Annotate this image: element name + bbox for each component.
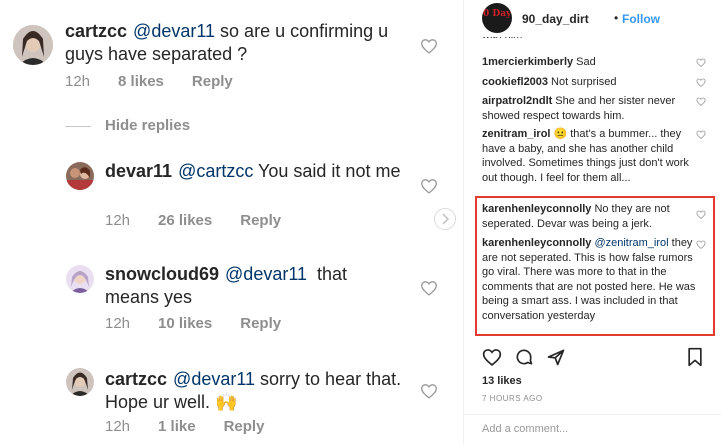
heart-icon[interactable] (482, 347, 502, 367)
comment-body: Not surprised (551, 76, 617, 88)
post-username[interactable]: 90_day_dirt (522, 12, 589, 26)
next-button[interactable] (434, 208, 456, 230)
comment-text: cartzcc @devar11 sorry to hear that. Hope… (105, 368, 405, 414)
comment-text: snowcloud69 @devar11 that means yes (105, 263, 405, 309)
reply-button[interactable]: Reply (240, 212, 281, 229)
comment-meta: 12h 1 like Reply (105, 418, 292, 435)
comment-username[interactable]: cartzcc (65, 21, 127, 41)
clipped-comment: with him (482, 37, 582, 45)
post-likes-count[interactable]: 13 likes (482, 375, 522, 387)
comment-username[interactable]: cartzcc (105, 369, 167, 389)
comment-username[interactable]: cookiefl2003 (482, 76, 548, 88)
post-header: 0 Day 90_day_dirt • Follow (464, 0, 721, 37)
comment-username[interactable]: zenitram_irol (482, 128, 550, 140)
heart-icon[interactable] (420, 178, 438, 194)
comment-time[interactable]: 12h (65, 73, 90, 90)
avatar[interactable] (66, 162, 94, 190)
comment-text: devar11 @cartzcc You said it not me (105, 160, 405, 183)
comment-text: cartzcc @devar11 so are u confirming u gu… (65, 20, 410, 66)
post-timestamp[interactable]: 7 HOURS AGO (482, 394, 543, 403)
bookmark-icon[interactable] (686, 347, 704, 367)
comment-likes[interactable]: 10 likes (158, 315, 212, 332)
comment-time[interactable]: 12h (105, 315, 130, 332)
comment-meta: 12h 8 likes Reply (65, 73, 261, 90)
comment-body: Sad (576, 56, 596, 68)
add-comment-input[interactable] (482, 423, 682, 435)
comment-mention[interactable]: @devar11 (225, 264, 307, 284)
comment-body: You said it not me (258, 161, 401, 181)
comment-likes[interactable]: 26 likes (158, 212, 212, 229)
comment-username[interactable]: devar11 (105, 161, 172, 181)
comment-item: cookiefl2003 Not surprised (482, 75, 704, 90)
comment-username[interactable]: airpatrol2ndlt (482, 95, 552, 107)
heart-icon[interactable] (420, 383, 438, 399)
comment-time[interactable]: 12h (105, 212, 130, 229)
avatar[interactable] (66, 368, 94, 396)
heart-icon[interactable] (696, 97, 706, 106)
reply-button[interactable]: Reply (192, 73, 233, 90)
reply-button[interactable]: Reply (240, 315, 281, 332)
comment-icon[interactable] (514, 347, 534, 367)
hide-replies-label: Hide replies (105, 117, 191, 134)
chevron-right-icon (442, 213, 450, 225)
avatar[interactable] (13, 25, 53, 65)
share-icon[interactable] (546, 347, 566, 367)
comment-item: airpatrol2ndlt She and her sister never s… (482, 94, 704, 123)
heart-icon[interactable] (696, 78, 706, 87)
heart-icon[interactable] (420, 38, 438, 54)
comment-mention[interactable]: @devar11 (133, 21, 215, 41)
comment-time[interactable]: 12h (105, 418, 130, 435)
comment-mention[interactable]: @devar11 (173, 369, 255, 389)
hide-replies-button[interactable]: Hide replies (65, 117, 190, 134)
divider (65, 125, 91, 127)
heart-icon[interactable] (696, 58, 706, 67)
comment-item: 1mercierkimberly Sad (482, 55, 704, 70)
avatar[interactable] (66, 265, 94, 293)
comment-meta: 12h 26 likes Reply (105, 212, 309, 229)
follow-button[interactable]: Follow (622, 12, 660, 26)
heart-icon[interactable] (696, 130, 706, 139)
comment-item: zenitram_irol 😐 that's a bummer... they h… (482, 127, 704, 185)
heart-icon[interactable] (420, 280, 438, 296)
comment-likes[interactable]: 8 likes (118, 73, 164, 90)
highlight-box (475, 196, 715, 336)
add-comment-bar (464, 414, 721, 445)
comment-username[interactable]: 1mercierkimberly (482, 56, 573, 68)
separator-dot: • (614, 11, 619, 25)
comment-mention[interactable]: @cartzcc (178, 161, 253, 181)
comment-username[interactable]: snowcloud69 (105, 264, 219, 284)
post-actions (482, 347, 704, 369)
avatar[interactable]: 0 Day (482, 3, 512, 33)
reply-button[interactable]: Reply (224, 418, 265, 435)
account-logo: 0 Day (483, 9, 512, 19)
comment-likes[interactable]: 1 like (158, 418, 196, 435)
comment-meta: 12h 10 likes Reply (105, 315, 309, 332)
comment-thread-panel: cartzcc @devar11 so are u confirming u gu… (0, 0, 463, 445)
